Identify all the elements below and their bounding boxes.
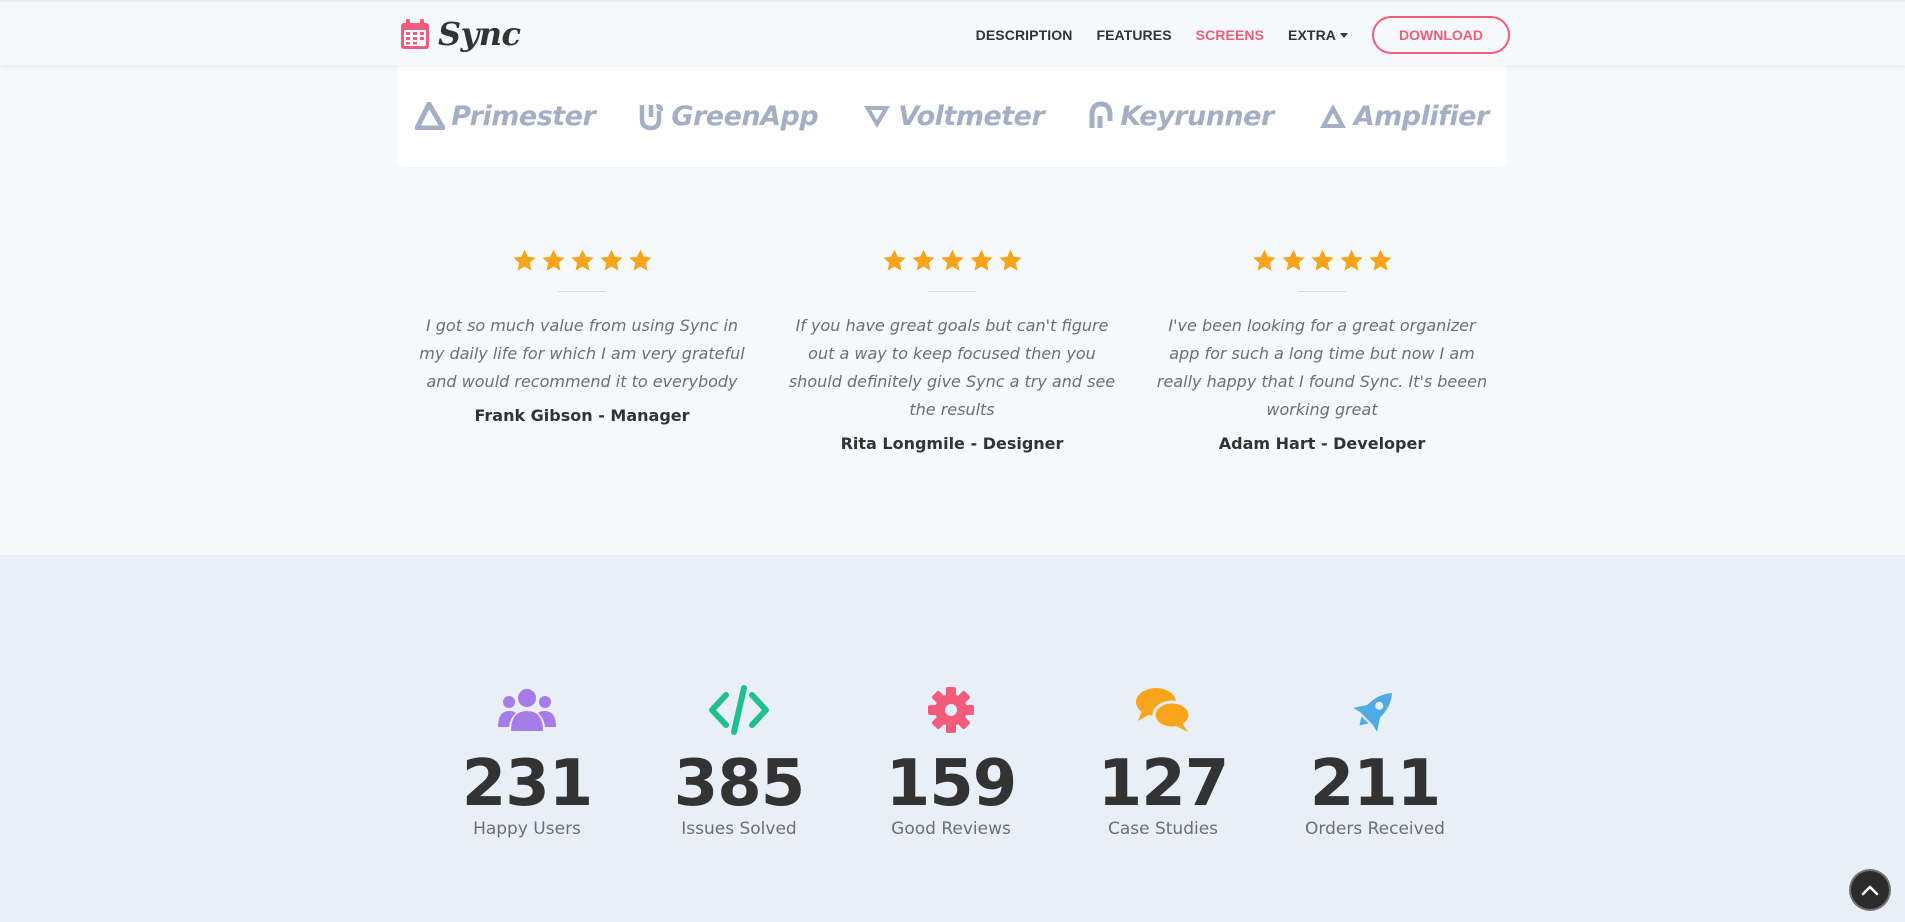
- comments-icon: [1136, 688, 1192, 732]
- partner-logo-keyrunner: Keyrunner: [1088, 100, 1274, 132]
- star-icon: [998, 249, 1022, 271]
- partner-name: Voltmeter: [898, 100, 1045, 132]
- partner-name: Amplifier: [1353, 100, 1490, 132]
- nav-link-extra[interactable]: EXTRA: [1288, 27, 1348, 43]
- star-icon: [1281, 249, 1305, 271]
- testimonial-author: Frank Gibson - Manager: [474, 406, 690, 425]
- stat-orders-received: 211 Orders Received: [1295, 685, 1455, 839]
- code-icon: [709, 685, 769, 735]
- nav-links: DESCRIPTION FEATURES SCREENS EXTRA DOWNL…: [952, 2, 1510, 67]
- chevron-up-icon: [1861, 885, 1879, 896]
- stat-issues-solved: 385 Issues Solved: [659, 685, 819, 839]
- star-icon: [541, 249, 565, 271]
- testimonial-author: Rita Longmile - Designer: [840, 434, 1064, 453]
- nav-link-extra-label: EXTRA: [1288, 26, 1336, 43]
- divider: [928, 291, 976, 292]
- calendar-icon: [401, 19, 429, 49]
- stat-label: Happy Users: [473, 819, 581, 839]
- brand-name: Sync: [438, 15, 521, 53]
- users-icon: [498, 689, 556, 731]
- stat-number: 211: [1309, 747, 1442, 821]
- star-icon: [969, 249, 993, 271]
- stats-section: 231 Happy Users 385 Issues Solved 159 Go…: [0, 555, 1905, 922]
- star-rating: [767, 245, 1137, 275]
- back-to-top-button[interactable]: [1849, 869, 1891, 911]
- gear-icon: [928, 687, 974, 733]
- caret-down-icon: [1340, 33, 1348, 39]
- stats-counters: 231 Happy Users 385 Issues Solved 159 Go…: [0, 555, 1905, 922]
- partner-logo-greenapp: GreenApp: [639, 100, 819, 132]
- partner-logo-amplifier: Amplifier: [1318, 101, 1489, 132]
- partner-logo-primester: Primester: [415, 100, 596, 132]
- navbar: Sync DESCRIPTION FEATURES SCREENS EXTRA …: [0, 0, 1905, 65]
- stat-good-reviews: 159 Good Reviews: [871, 685, 1031, 839]
- stat-number: 159: [885, 747, 1018, 821]
- testimonial-card: I've been looking for a great organizer …: [1137, 245, 1507, 453]
- stat-number: 231: [461, 747, 594, 821]
- testimonial-card: If you have great goals but can't figure…: [767, 245, 1137, 453]
- divider: [1298, 291, 1346, 292]
- star-icon: [940, 249, 964, 271]
- star-icon: [882, 249, 906, 271]
- stat-label: Good Reviews: [891, 819, 1011, 839]
- testimonial-quote: I've been looking for a great organizer …: [1156, 316, 1488, 419]
- star-icon: [1252, 249, 1276, 271]
- stat-number: 127: [1097, 747, 1230, 821]
- primester-logo-icon: [415, 102, 446, 130]
- star-icon: [599, 249, 623, 271]
- star-icon: [570, 249, 594, 271]
- brand-logo[interactable]: Sync: [400, 15, 521, 53]
- star-rating: [397, 245, 767, 275]
- testimonial-quote: If you have great goals but can't figure…: [788, 316, 1116, 419]
- star-icon: [1368, 249, 1392, 271]
- testimonial-card: I got so much value from using Sync in m…: [397, 245, 767, 445]
- stat-happy-users: 231 Happy Users: [447, 685, 607, 839]
- star-icon: [1310, 249, 1334, 271]
- partner-logos: Primester GreenApp Voltmeter Keyrunner A…: [397, 65, 1507, 167]
- nav-link-features[interactable]: FEATURES: [1096, 27, 1171, 43]
- star-icon: [628, 249, 652, 271]
- stat-label: Orders Received: [1305, 819, 1445, 839]
- partner-logo-voltmeter: Voltmeter: [862, 100, 1045, 132]
- stat-label: Case Studies: [1107, 819, 1219, 839]
- star-icon: [512, 249, 536, 271]
- nav-link-screens[interactable]: SCREENS: [1196, 27, 1264, 43]
- greenapp-logo-icon: [640, 104, 664, 131]
- partner-name: GreenApp: [671, 100, 819, 132]
- stat-case-studies: 127 Case Studies: [1083, 685, 1243, 839]
- amplifier-logo-icon: [1319, 104, 1346, 128]
- partner-name: Keyrunner: [1120, 100, 1274, 132]
- stat-number: 385: [673, 747, 806, 821]
- testimonial-quote: I got so much value from using Sync in m…: [419, 316, 745, 391]
- nav-link-description[interactable]: DESCRIPTION: [976, 27, 1073, 43]
- star-rating: [1137, 245, 1507, 275]
- rocket-icon: [1353, 693, 1392, 732]
- partner-name: Primester: [451, 100, 596, 132]
- testimonials: I got so much value from using Sync in m…: [397, 245, 1507, 453]
- star-icon: [911, 249, 935, 271]
- star-icon: [1339, 249, 1363, 271]
- testimonial-author: Adam Hart - Developer: [1218, 434, 1426, 453]
- voltmeter-logo-icon: [864, 106, 891, 128]
- stat-label: Issues Solved: [681, 819, 797, 839]
- download-button[interactable]: DOWNLOAD: [1372, 15, 1510, 54]
- keyrunner-logo-icon: [1089, 101, 1113, 128]
- divider: [558, 291, 606, 292]
